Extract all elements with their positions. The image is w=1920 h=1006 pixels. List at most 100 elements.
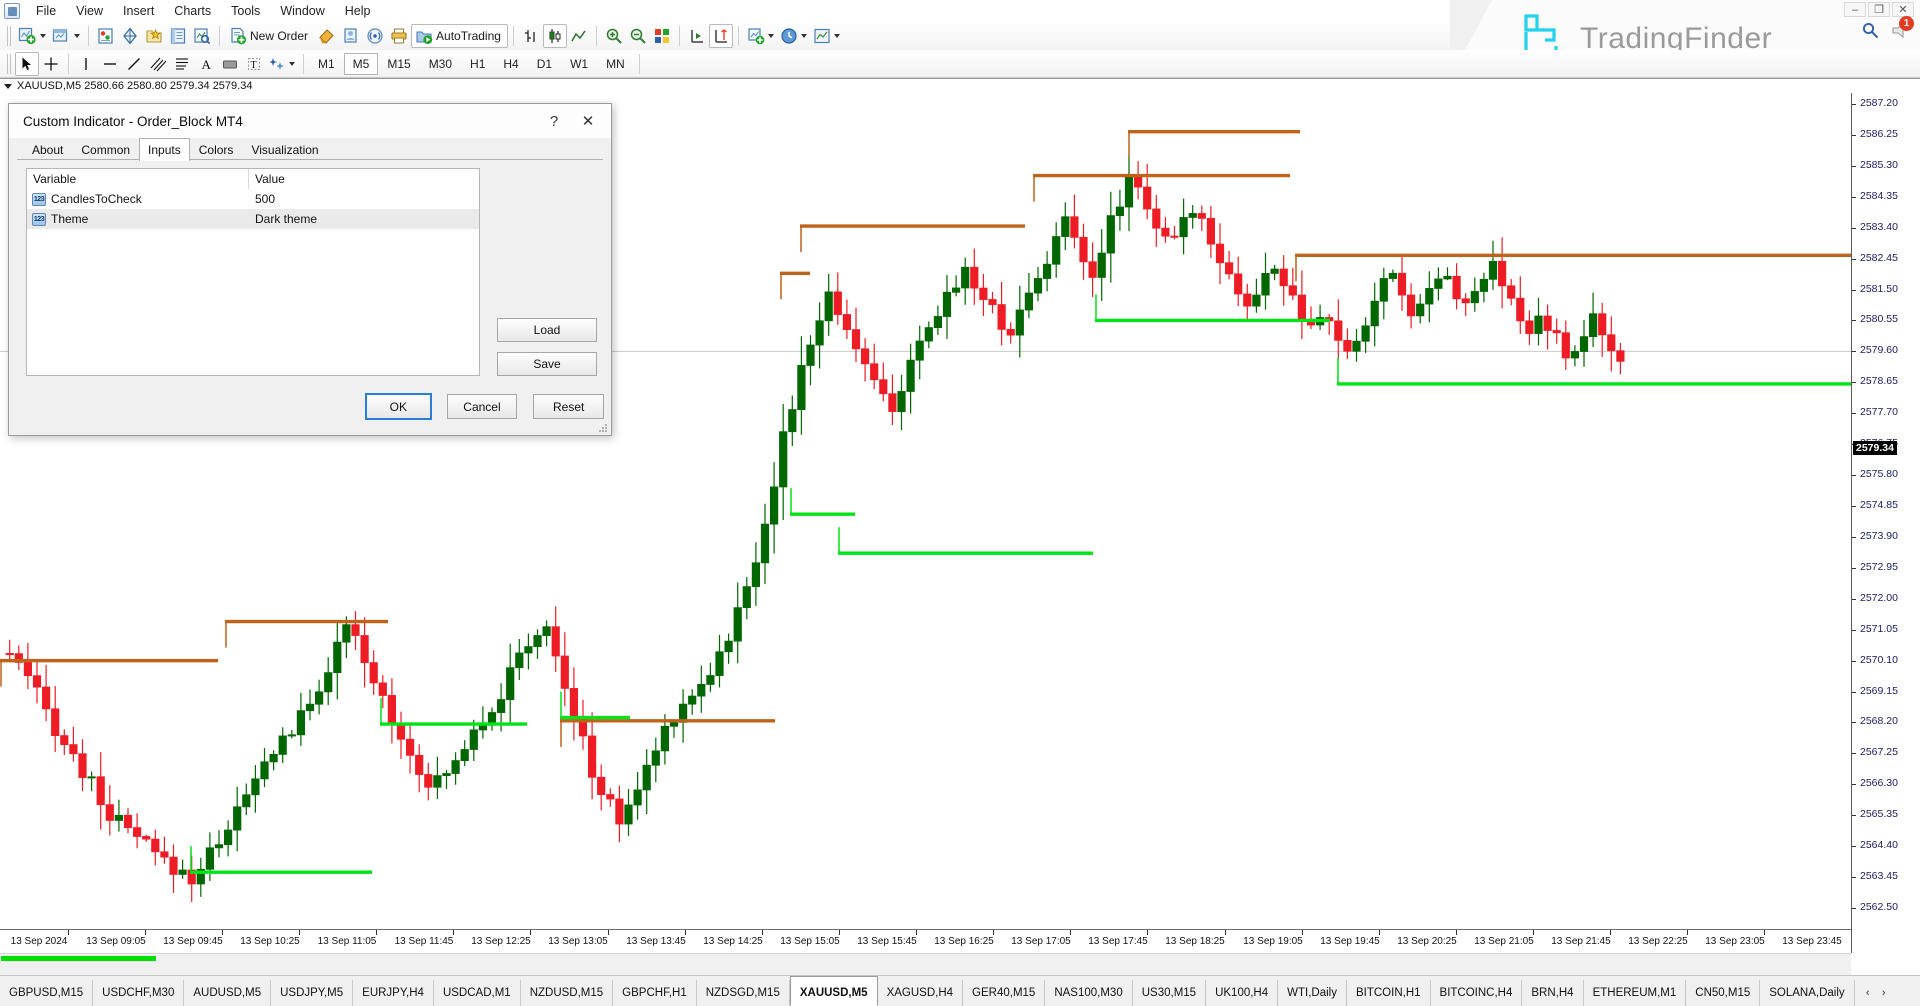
chart-tab-bitcoinc-h4[interactable]: BITCOINC,H4 bbox=[1431, 980, 1523, 1006]
crosshair-button[interactable] bbox=[39, 52, 63, 76]
tab-about[interactable]: About bbox=[23, 139, 72, 160]
dialog-close-button[interactable]: ✕ bbox=[571, 108, 605, 134]
bar-chart-button[interactable] bbox=[519, 24, 543, 48]
zoom-out-button[interactable] bbox=[626, 24, 650, 48]
templates-button[interactable] bbox=[810, 24, 843, 48]
timeframe-m15[interactable]: M15 bbox=[378, 53, 419, 75]
table-row[interactable]: 123 Theme Dark theme bbox=[27, 209, 479, 229]
chart-tab-solana-daily[interactable]: SOLANA,Daily bbox=[1760, 980, 1854, 1006]
chart-tab-bitcoin-h1[interactable]: BITCOIN,H1 bbox=[1347, 980, 1431, 1006]
chart-tab-xagusd-h4[interactable]: XAGUSD,H4 bbox=[878, 980, 963, 1006]
timeframe-h4[interactable]: H4 bbox=[494, 53, 527, 75]
menu-item-insert[interactable]: Insert bbox=[113, 2, 164, 20]
menu-item-help[interactable]: Help bbox=[335, 2, 381, 20]
chart-horizontal-scrollbar[interactable] bbox=[0, 953, 1851, 975]
rectangle-label-button[interactable] bbox=[218, 52, 242, 76]
menu-item-charts[interactable]: Charts bbox=[164, 2, 221, 20]
chart-tab-audusd-m5[interactable]: AUDUSD,M5 bbox=[184, 980, 271, 1006]
timeframe-m30[interactable]: M30 bbox=[420, 53, 461, 75]
autotrading-button[interactable]: AutoTrading bbox=[411, 24, 508, 48]
new-chart-button[interactable] bbox=[15, 24, 49, 48]
collapse-arrow-icon[interactable] bbox=[4, 84, 12, 89]
cursor-button[interactable] bbox=[15, 52, 39, 76]
chart-shift-button[interactable] bbox=[685, 24, 709, 48]
tab-common[interactable]: Common bbox=[72, 139, 139, 160]
print-button[interactable] bbox=[387, 24, 411, 48]
chart-tab-ger40-m15[interactable]: GER40,M15 bbox=[963, 980, 1045, 1006]
inputs-variable-table[interactable]: Variable Value 123 CandlesToCheck 500 12… bbox=[26, 168, 480, 376]
data-window-button[interactable] bbox=[118, 24, 142, 48]
alerts-wrapper[interactable]: 1 bbox=[1891, 22, 1910, 39]
chart-tab-usdcad-m1[interactable]: USDCAD,M1 bbox=[434, 980, 521, 1006]
expert-advisors-button[interactable] bbox=[339, 24, 363, 48]
chart-tab-cn50-m15[interactable]: CN50,M15 bbox=[1686, 980, 1760, 1006]
chart-tab-usdjpy-m5[interactable]: USDJPY,M5 bbox=[271, 980, 353, 1006]
chart-tab-brn-h4[interactable]: BRN,H4 bbox=[1522, 980, 1583, 1006]
fibonacci-button[interactable] bbox=[170, 52, 194, 76]
equidistant-channel-button[interactable] bbox=[146, 52, 170, 76]
chart-tab-eurjpy-h4[interactable]: EURJPY,H4 bbox=[353, 980, 434, 1006]
value-cell[interactable]: 500 bbox=[249, 192, 479, 206]
tab-scroll-prev-button[interactable]: ‹ bbox=[1861, 985, 1875, 1001]
save-button[interactable]: Save bbox=[497, 352, 597, 376]
text-label-button[interactable]: T bbox=[242, 52, 266, 76]
timeframe-d1[interactable]: D1 bbox=[528, 53, 561, 75]
dialog-resize-grip[interactable] bbox=[598, 423, 608, 433]
ok-button[interactable]: OK bbox=[366, 394, 431, 419]
toolbar-grip[interactable] bbox=[7, 26, 11, 46]
navigator-button[interactable] bbox=[142, 24, 166, 48]
close-button[interactable]: ✕ bbox=[1892, 2, 1914, 17]
indicators-button[interactable] bbox=[744, 24, 777, 48]
chart-tab-us30-m15[interactable]: US30,M15 bbox=[1133, 980, 1206, 1006]
new-order-button[interactable]: New Order bbox=[225, 24, 315, 48]
chart-tab-ethereum-m1[interactable]: ETHEREUM,M1 bbox=[1584, 980, 1687, 1006]
menu-item-file[interactable]: File bbox=[26, 2, 66, 20]
tab-colors[interactable]: Colors bbox=[190, 139, 243, 160]
value-cell[interactable]: Dark theme bbox=[249, 212, 479, 226]
chart-tab-gbpchf-h1[interactable]: GBPCHF,H1 bbox=[613, 980, 697, 1006]
load-button[interactable]: Load bbox=[497, 318, 597, 342]
chart-tab-gbpusd-m15[interactable]: GBPUSD,M15 bbox=[0, 980, 93, 1006]
market-watch-button[interactable] bbox=[94, 24, 118, 48]
restore-button[interactable]: ❐ bbox=[1868, 2, 1890, 17]
chart-tab-usdchf-m30[interactable]: USDCHF,M30 bbox=[93, 980, 184, 1006]
terminal-button[interactable] bbox=[166, 24, 190, 48]
candlestick-chart-button[interactable] bbox=[543, 24, 567, 48]
tab-inputs[interactable]: Inputs bbox=[139, 138, 190, 161]
toolbar-grip[interactable] bbox=[7, 54, 11, 74]
periods-button[interactable] bbox=[777, 24, 810, 48]
price-axis[interactable]: 2587.202586.252585.302584.352583.402582.… bbox=[1851, 93, 1920, 953]
strategy-tester-button[interactable] bbox=[190, 24, 214, 48]
chart-tab-uk100-h4[interactable]: UK100,H4 bbox=[1206, 980, 1278, 1006]
tile-windows-button[interactable] bbox=[650, 24, 674, 48]
menu-item-window[interactable]: Window bbox=[270, 2, 334, 20]
line-chart-button[interactable] bbox=[567, 24, 591, 48]
timeframe-w1[interactable]: W1 bbox=[561, 53, 597, 75]
search-icon[interactable] bbox=[1862, 22, 1879, 39]
vertical-line-button[interactable] bbox=[74, 52, 98, 76]
arrows-button[interactable] bbox=[266, 52, 298, 76]
chart-tab-xauusd-m5[interactable]: XAUUSD,M5 bbox=[790, 976, 878, 1006]
chart-tab-nzdsgd-m15[interactable]: NZDSGD,M15 bbox=[697, 980, 790, 1006]
menu-item-view[interactable]: View bbox=[66, 2, 113, 20]
chart-tab-wti-daily[interactable]: WTI,Daily bbox=[1278, 980, 1347, 1006]
profiles-button[interactable] bbox=[49, 24, 83, 48]
text-button[interactable]: A bbox=[194, 52, 218, 76]
chart-tab-nas100-m30[interactable]: NAS100,M30 bbox=[1045, 980, 1132, 1006]
tab-visualization[interactable]: Visualization bbox=[242, 139, 327, 160]
tab-scroll-next-button[interactable]: › bbox=[1877, 985, 1891, 1001]
minimize-button[interactable]: – bbox=[1844, 2, 1866, 17]
signals-button[interactable] bbox=[363, 24, 387, 48]
dialog-title-bar[interactable]: Custom Indicator - Order_Block MT4 ? ✕ bbox=[9, 104, 611, 138]
timeframe-mn[interactable]: MN bbox=[597, 53, 634, 75]
cancel-button[interactable]: Cancel bbox=[447, 394, 518, 419]
reset-button[interactable]: Reset bbox=[533, 394, 604, 419]
table-row[interactable]: 123 CandlesToCheck 500 bbox=[27, 189, 479, 209]
chart-tab-nzdusd-m15[interactable]: NZDUSD,M15 bbox=[521, 980, 613, 1006]
timeframe-h1[interactable]: H1 bbox=[461, 53, 494, 75]
trendline-button[interactable] bbox=[122, 52, 146, 76]
zoom-in-button[interactable] bbox=[602, 24, 626, 48]
chart-scroll-thumb[interactable] bbox=[1, 956, 156, 961]
dialog-help-button[interactable]: ? bbox=[537, 108, 571, 134]
auto-scroll-button[interactable] bbox=[709, 24, 733, 48]
